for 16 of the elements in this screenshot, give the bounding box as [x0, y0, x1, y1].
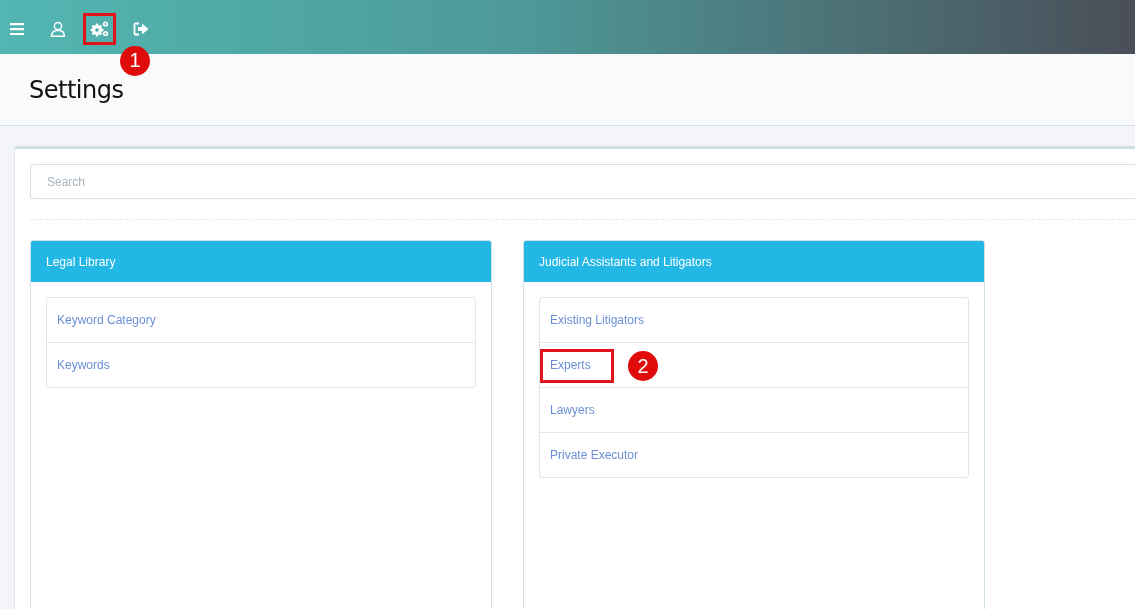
- search-field[interactable]: Search: [30, 164, 1135, 199]
- logout-icon: [133, 21, 149, 36]
- menu-icon: [9, 22, 24, 35]
- list-link[interactable]: Experts: [550, 358, 591, 372]
- list-link[interactable]: Keyword Category: [57, 313, 156, 327]
- panel-header: Judicial Assistants and Litigators: [524, 241, 984, 282]
- page-title: Settings: [29, 75, 124, 104]
- list-link[interactable]: Lawyers: [550, 403, 595, 417]
- settings-icon: [89, 19, 110, 38]
- list-link[interactable]: Keywords: [57, 358, 110, 372]
- panel-header: Legal Library: [31, 241, 491, 282]
- step-badge: 1: [120, 45, 150, 76]
- step-badge: 2: [628, 351, 658, 381]
- user-icon: [50, 20, 66, 37]
- list-link[interactable]: Private Executor: [550, 448, 639, 462]
- list-link[interactable]: Existing Litigators: [550, 313, 645, 327]
